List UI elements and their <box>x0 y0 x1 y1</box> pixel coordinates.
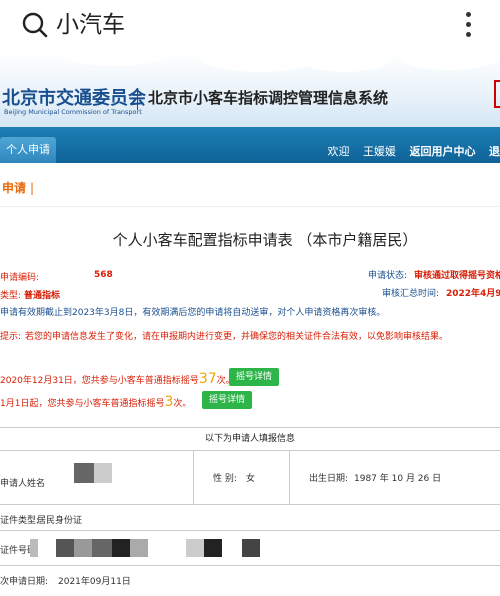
summary-value: 2022年4月9日 <box>446 289 500 299</box>
lottery-detail-button-1[interactable]: 摇号详情 <box>229 368 280 386</box>
type-label: 类型: <box>0 291 22 301</box>
system-title: 北京市小客车指标调控管理信息系统 <box>148 89 389 107</box>
site-banner: 北京市交通委员会 Beijing Municipal Commission of… <box>0 52 500 127</box>
form-title: 个人小客车配置指标申请表 （本市户籍居民） <box>112 231 418 249</box>
user-area: 欢迎 王媛媛 返回用户中心 退 <box>318 143 500 159</box>
section-title: 申请 | <box>2 181 35 195</box>
birth-value: 1987 年 10 月 26 日 <box>354 474 442 484</box>
user-name: 王媛媛 <box>363 145 396 158</box>
name-label: 申请人姓名 <box>0 479 46 489</box>
id-type-value: 居民身份证 <box>37 516 83 526</box>
welcome-text: 欢迎 <box>327 145 350 158</box>
gender-label: 性 别: <box>213 474 237 484</box>
table-row: 申请人姓名 性 别: 女 出生日期: 1987 年 10 月 26 日 <box>0 451 500 505</box>
history-line-2: 1月1日起，您共参与小客车普通指标摇号3次。 <box>0 394 192 410</box>
status-label: 申请状态: <box>368 271 408 281</box>
name-redacted <box>74 463 94 483</box>
summary-label: 审核汇总时间: <box>382 289 440 299</box>
gender-value: 女 <box>246 474 256 484</box>
table-header: 以下为申请人填报信息 <box>0 427 500 451</box>
type-value: 普通指标 <box>24 291 61 301</box>
first-apply-label: 次申请日期: <box>0 577 49 587</box>
user-center-link[interactable]: 返回用户中心 <box>410 145 476 158</box>
search-icon[interactable] <box>22 12 48 38</box>
tip-line: 提示: 若您的申请信息发生了变化，请在申报期内进行变更，并确保您的相关证件合法有效… <box>0 332 449 342</box>
org-logo-text: 北京市交通委员会 <box>2 88 146 109</box>
table-row: 次申请日期: 2021年09月11日 <box>0 566 500 596</box>
search-query[interactable]: 小汽车 <box>56 8 125 42</box>
tab-personal-apply[interactable]: 个人申请 <box>0 137 56 163</box>
more-menu-icon[interactable] <box>464 12 472 40</box>
history-line-1: 2020年12月31日，您共参与小客车普通指标摇号37次。 <box>0 371 235 387</box>
top-nav: 个人申请 欢迎 王媛媛 返回用户中心 退 <box>0 127 500 163</box>
lottery-detail-button-2[interactable]: 摇号详情 <box>202 391 253 409</box>
table-row: 证件类型: 居民身份证 <box>0 505 500 531</box>
apply-code-label: 申请编码: <box>0 273 40 283</box>
birth-label: 出生日期: <box>309 474 349 484</box>
seal-icon <box>494 80 500 108</box>
apply-code-value: 568 <box>94 270 113 280</box>
banner-divider <box>137 88 138 110</box>
org-logo-english: Beijing Municipal Commission of Transpor… <box>4 108 142 116</box>
validity-note: 申请有效期截止到2023年3月8日，有效期满后您的申请将自动送审，对个人申请资格… <box>0 308 386 318</box>
search-bar[interactable]: 小汽车 <box>0 0 500 52</box>
section-header: 申请 | <box>0 163 500 207</box>
id-number-redacted <box>56 539 74 557</box>
id-type-label: 证件类型: <box>0 516 40 526</box>
status-value: 审核通过取得摇号资格 <box>414 271 500 281</box>
first-apply-value: 2021年09月11日 <box>58 577 131 587</box>
table-row: 证件号码 <box>0 531 500 566</box>
logout-link[interactable]: 退 <box>489 145 500 158</box>
